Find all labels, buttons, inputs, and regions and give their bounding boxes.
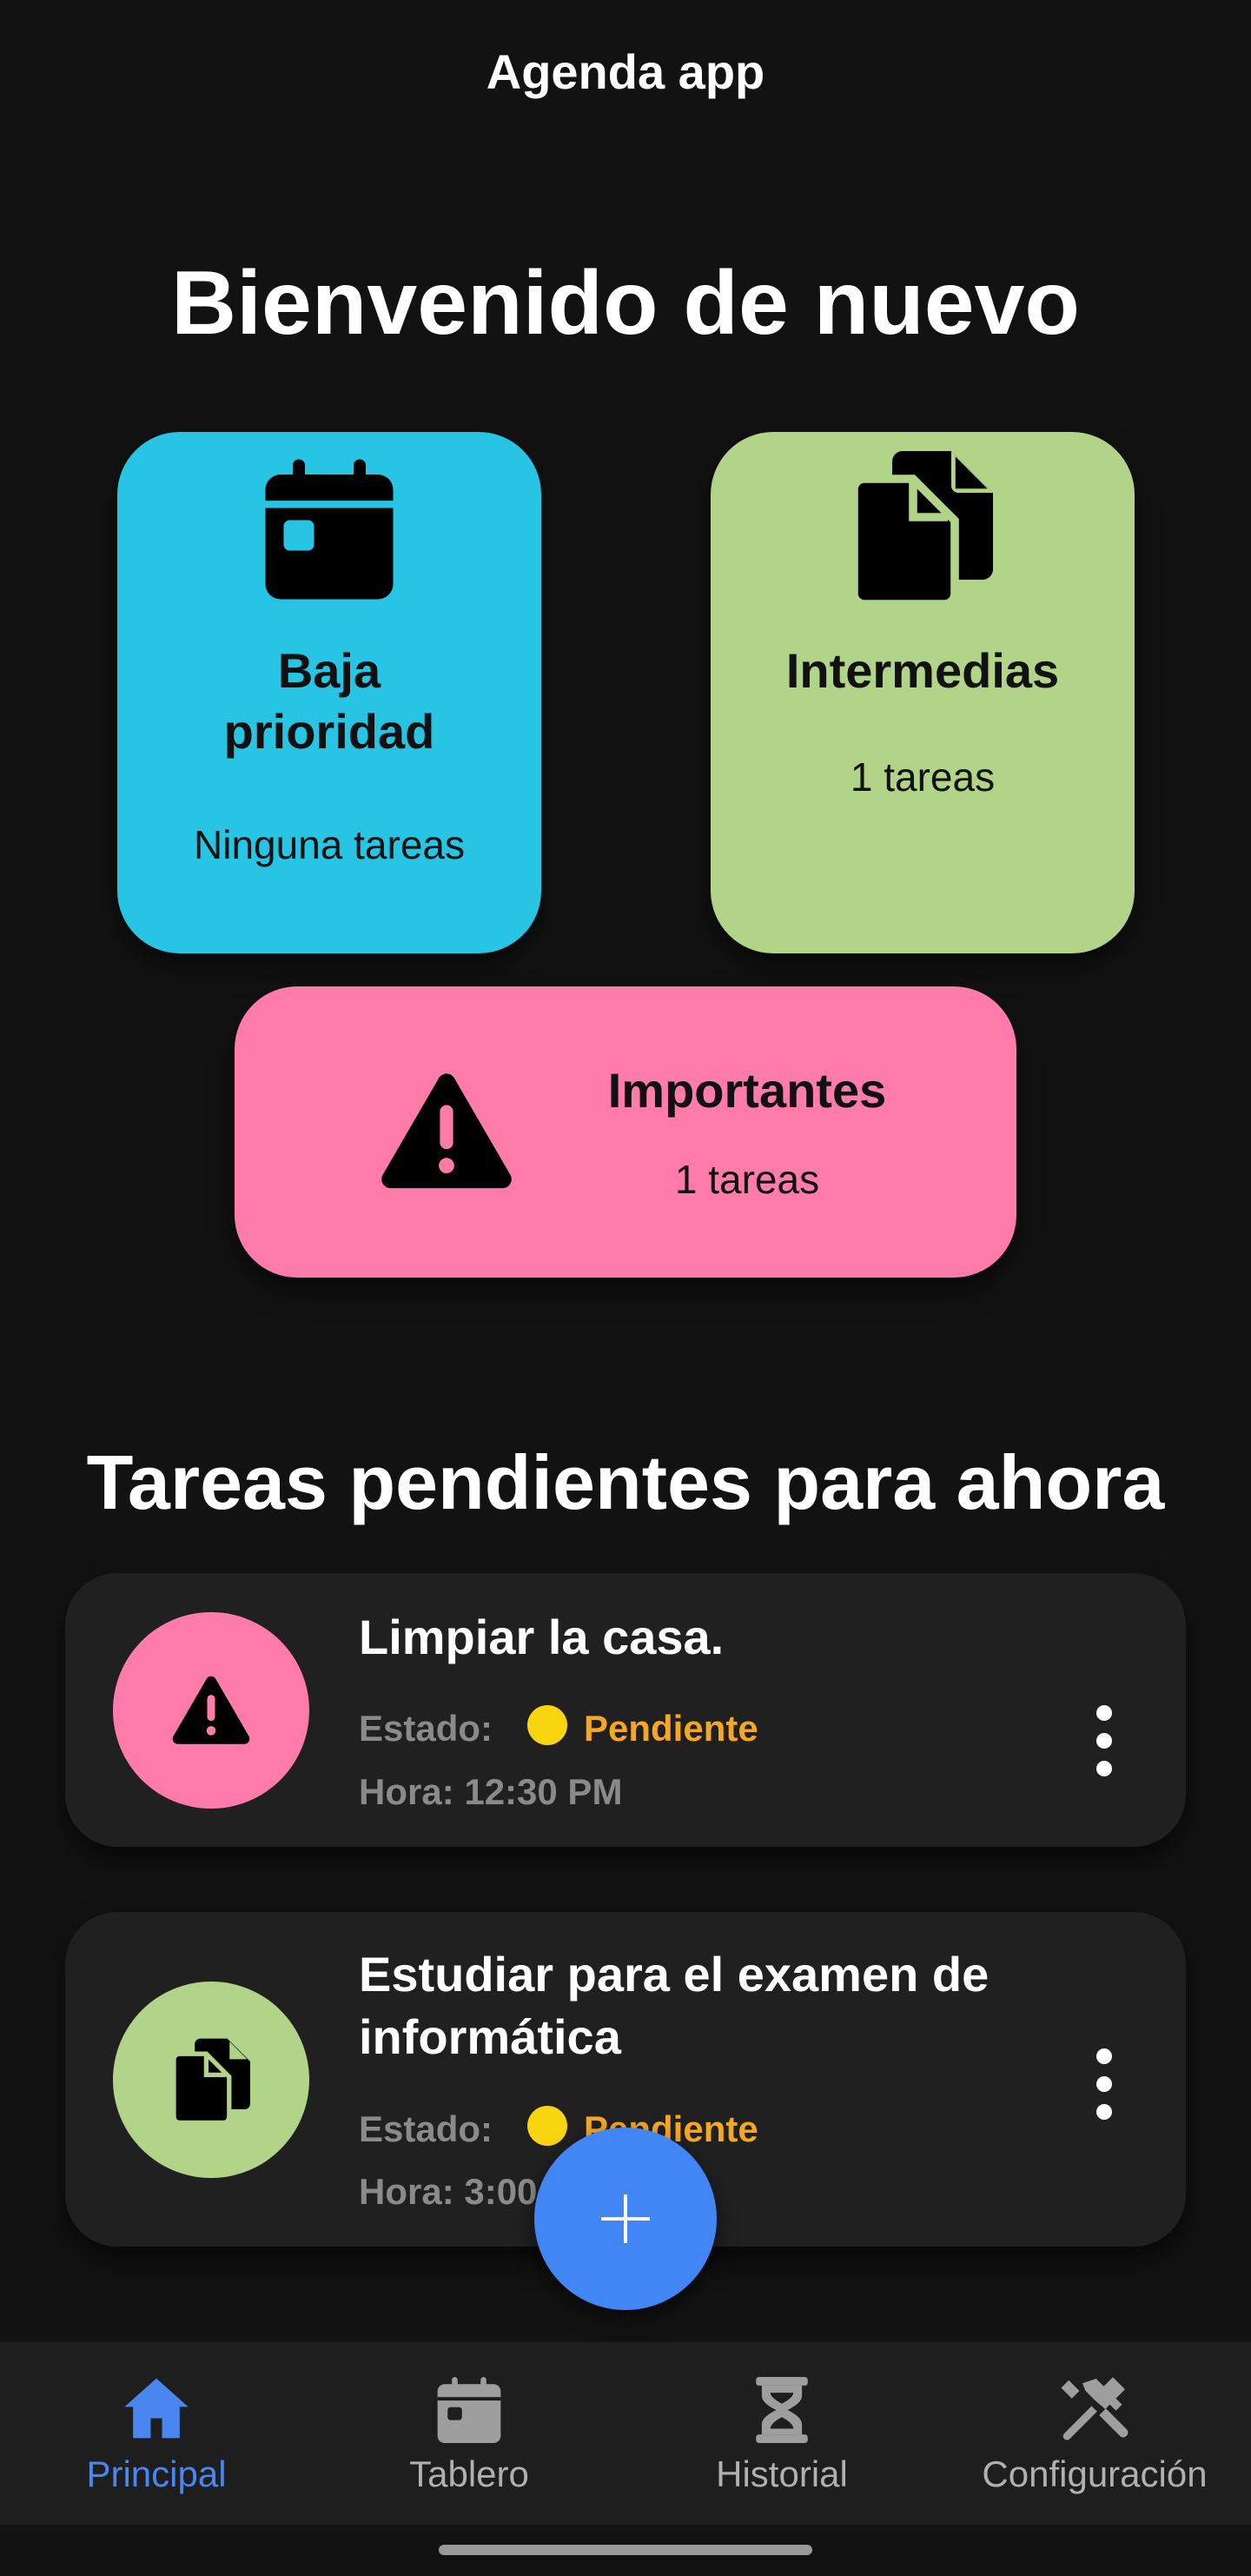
nav-item-principal[interactable]: Principal <box>0 2342 313 2525</box>
task-title: Limpiar la casa. <box>359 1610 725 1664</box>
app-title: Agenda app <box>486 44 765 99</box>
task-time: Hora: 12:30 PM <box>359 1771 623 1812</box>
plus-icon <box>601 2194 650 2243</box>
task-card[interactable]: Limpiar la casa. Estado: Pendiente Hora:… <box>65 1573 1186 1847</box>
nav-label: Tablero <box>409 2453 529 2494</box>
task-title-line2: informática <box>359 2009 621 2064</box>
medium-priority-count: 1 tareas <box>850 754 996 800</box>
task-state-label: Estado: <box>359 2108 493 2149</box>
low-priority-count: Ninguna tareas <box>194 822 465 867</box>
nav-label: Configuración <box>982 2453 1208 2494</box>
task-state: Pendiente <box>584 1708 758 1749</box>
home-icon <box>124 2378 189 2439</box>
calendar-icon <box>437 2377 501 2443</box>
medium-priority-card[interactable]: Intermedias 1 tareas <box>711 432 1135 953</box>
low-priority-title-line2: prioridad <box>223 704 435 759</box>
task-time: Hora: 3:00 <box>359 2171 538 2212</box>
calendar-icon <box>265 459 394 600</box>
status-dot <box>527 2106 567 2146</box>
warning-icon <box>172 1676 250 1744</box>
gesture-bar <box>439 2545 812 2555</box>
nav-item-tablero[interactable]: Tablero <box>313 2342 626 2525</box>
medium-priority-title: Intermedias <box>785 643 1060 698</box>
copy-files-icon <box>174 2038 250 2123</box>
bottom-navigation: Principal Tablero Historial Configuració… <box>0 2342 1251 2525</box>
copy-files-icon <box>854 451 993 606</box>
task-priority-badge <box>113 1612 309 1809</box>
welcome-heading: Bienvenido de nuevo <box>171 253 1080 354</box>
nav-label: Principal <box>86 2453 227 2494</box>
task-state-label: Estado: <box>359 1708 493 1749</box>
status-dot <box>527 1705 567 1745</box>
pending-tasks-title: Tareas pendientes para ahora <box>86 1439 1165 1525</box>
low-priority-card[interactable]: Baja prioridad Ninguna tareas <box>117 432 541 953</box>
low-priority-title-line1: Baja <box>277 643 381 698</box>
task-priority-badge <box>113 1982 309 2178</box>
tools-icon <box>1061 2377 1129 2440</box>
task-menu-button[interactable] <box>1078 2048 1130 2132</box>
important-count: 1 tareas <box>674 1157 820 1202</box>
warning-icon <box>381 1073 512 1189</box>
task-title-line1: Estudiar para el examen de <box>359 1947 990 2002</box>
nav-label: Historial <box>716 2453 848 2494</box>
important-title: Importantes <box>607 1063 887 1118</box>
task-menu-button[interactable] <box>1078 1705 1130 1789</box>
hourglass-icon <box>756 2377 808 2443</box>
nav-item-configuracion[interactable]: Configuración <box>938 2342 1251 2525</box>
important-card[interactable]: Importantes 1 tareas <box>235 986 1016 1278</box>
add-task-button[interactable] <box>534 2128 717 2310</box>
nav-item-historial[interactable]: Historial <box>626 2342 938 2525</box>
